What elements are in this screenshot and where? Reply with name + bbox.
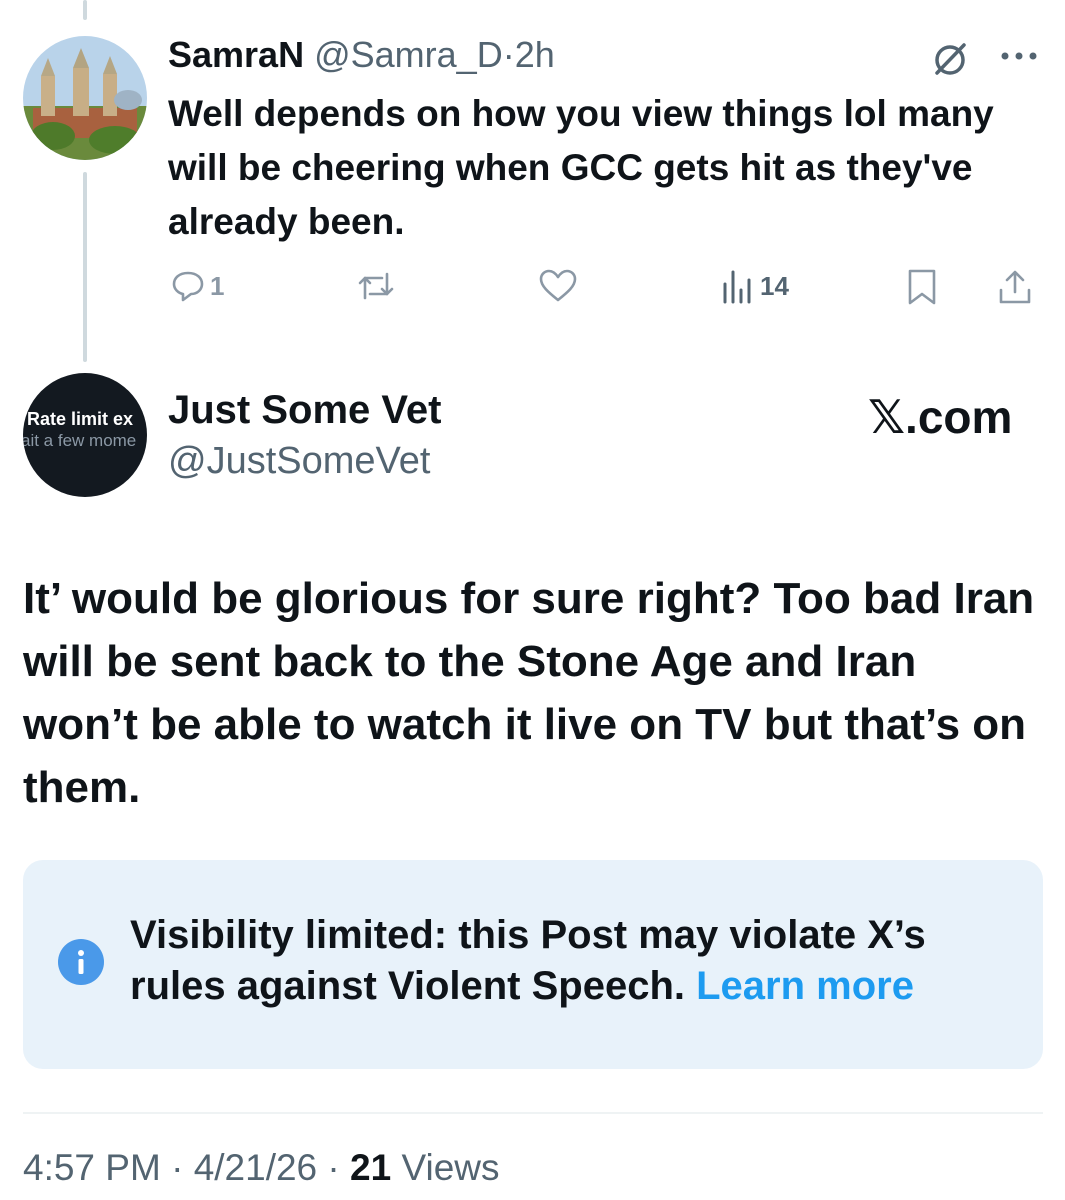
reply-author-handle[interactable]: @Samra_D	[314, 34, 503, 75]
learn-more-link[interactable]: Learn more	[696, 964, 914, 1008]
thread-line-top	[83, 0, 87, 20]
reply-header: SamraN @Samra_D·2h	[168, 34, 555, 76]
views-icon	[723, 270, 751, 304]
footer-separator: ·	[171, 1147, 184, 1188]
reply-separator: ·	[502, 34, 515, 75]
reply-author-name[interactable]: SamraN	[168, 34, 304, 75]
main-avatar[interactable]: Rate limit ex ait a few mome	[23, 373, 147, 497]
reply-count: 1	[210, 270, 225, 301]
reply-text: Well depends on how you view things lol …	[168, 93, 994, 242]
main-author-handle[interactable]: @JustSomeVet	[168, 440, 430, 483]
views-label: Views	[401, 1147, 500, 1188]
repost-icon	[358, 272, 394, 300]
more-icon[interactable]	[1000, 50, 1038, 62]
avatar-image	[23, 36, 147, 160]
notice-message: Visibility limited: this Post may violat…	[130, 910, 1030, 1012]
thread-line	[83, 172, 87, 362]
share-icon	[999, 270, 1031, 304]
like-button[interactable]	[538, 268, 578, 304]
post-date[interactable]: 4/21/26	[194, 1147, 317, 1188]
views-button[interactable]: 14	[720, 268, 789, 304]
grok-icon[interactable]	[930, 40, 970, 80]
bookmark-button[interactable]	[905, 268, 939, 306]
post-meta-footer: 4:57 PM · 4/21/26 · 21 Views	[23, 1147, 500, 1189]
reply-button[interactable]: 1	[170, 268, 224, 304]
reply-time[interactable]: 2h	[515, 34, 555, 75]
main-post-text: It’ would be glorious for sure right? To…	[23, 574, 1035, 812]
brand-logo: 𝕏.com	[868, 391, 1013, 443]
total-views-count[interactable]: 21	[350, 1147, 391, 1188]
avatar-wait-line: ait a few mome	[23, 431, 137, 450]
repost-button[interactable]	[356, 268, 396, 304]
main-author-name[interactable]: Just Some Vet	[168, 388, 441, 433]
divider	[23, 1112, 1043, 1114]
reply-action-bar: 1 14	[0, 268, 1065, 308]
bookmark-icon	[908, 269, 936, 305]
reply-avatar[interactable]	[23, 36, 147, 160]
avatar-rate-limit-line: Rate limit ex	[27, 409, 134, 429]
footer-separator: ·	[327, 1147, 340, 1188]
view-count: 14	[760, 270, 789, 301]
reply-icon	[172, 271, 204, 302]
post-time[interactable]: 4:57 PM	[23, 1147, 161, 1188]
heart-icon	[539, 269, 577, 302]
info-icon	[58, 939, 104, 985]
share-button[interactable]	[997, 268, 1033, 306]
